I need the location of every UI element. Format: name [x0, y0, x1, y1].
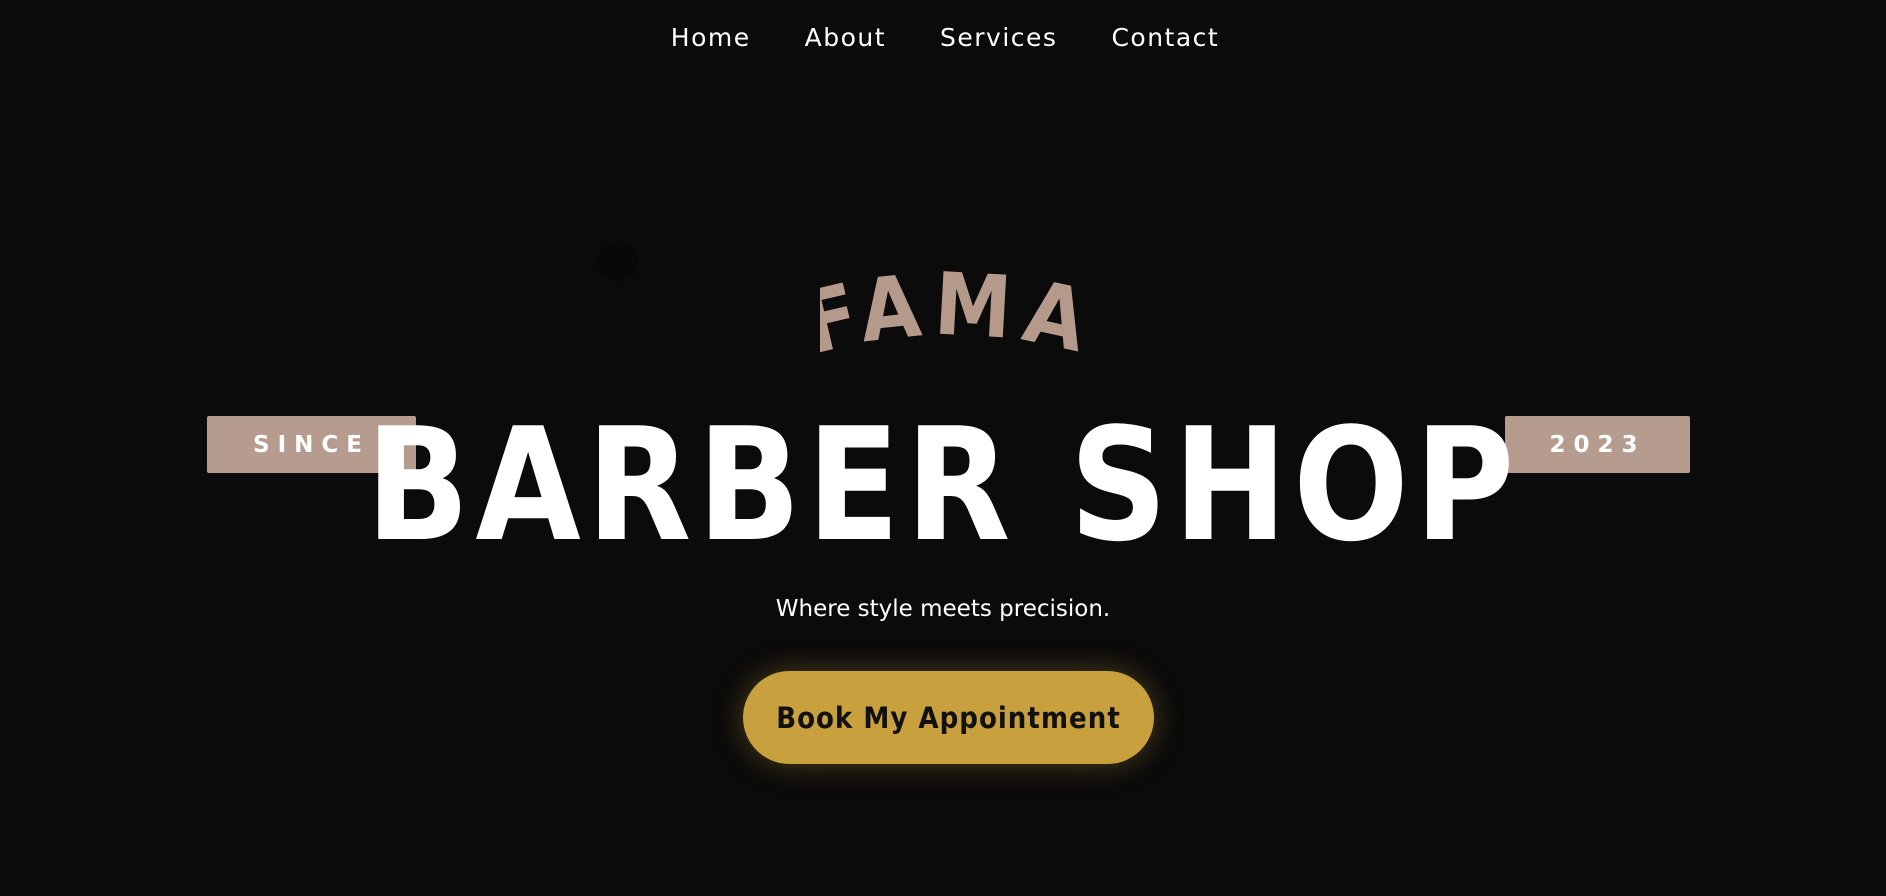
brand-arc-logo: FAMA — [820, 254, 1080, 370]
hero-tagline: Where style meets precision. — [775, 596, 1111, 622]
nav-link-contact[interactable]: Contact — [1111, 18, 1219, 58]
nav-link-services[interactable]: Services — [940, 18, 1057, 58]
nav-link-about[interactable]: About — [805, 18, 886, 58]
hero-title: BARBER SHOP — [365, 394, 1521, 576]
nav-link-home[interactable]: Home — [671, 18, 751, 58]
main-nav: Home About Services Contact — [0, 18, 1886, 58]
decorative-dot — [598, 241, 638, 281]
brand-name: FAMA — [820, 254, 1080, 370]
book-appointment-button[interactable]: Book My Appointment — [743, 671, 1154, 764]
